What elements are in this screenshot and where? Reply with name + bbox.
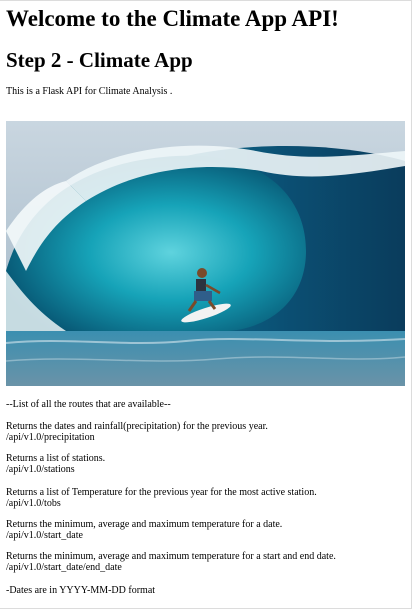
page-subtitle: Step 2 - Climate App — [6, 48, 193, 72]
route-description: Returns the minimum, average and maximum… — [6, 551, 336, 562]
route-description: Returns a list of stations. — [6, 453, 106, 464]
wave-surfer-image — [6, 121, 405, 386]
route-description: Returns a list of Temperature for the pr… — [6, 487, 317, 498]
page-title: Welcome to the Climate App API! — [6, 6, 339, 31]
route-path: /api/v1.0/precipitation — [6, 432, 95, 443]
route-description: Returns the dates and rainfall(precipita… — [6, 421, 268, 432]
route-path: /api/v1.0/stations — [6, 464, 75, 475]
route-path: /api/v1.0/tobs — [6, 498, 61, 509]
route-path: /api/v1.0/start_date/end_date — [6, 562, 122, 573]
route-path: /api/v1.0/start_date — [6, 530, 83, 541]
intro-text: This is a Flask API for Climate Analysis… — [6, 86, 173, 97]
routes-header: --List of all the routes that are availa… — [6, 399, 171, 410]
route-description: Returns the minimum, average and maximum… — [6, 519, 283, 530]
date-format-note: -Dates are in YYYY-MM-DD format — [6, 585, 156, 596]
